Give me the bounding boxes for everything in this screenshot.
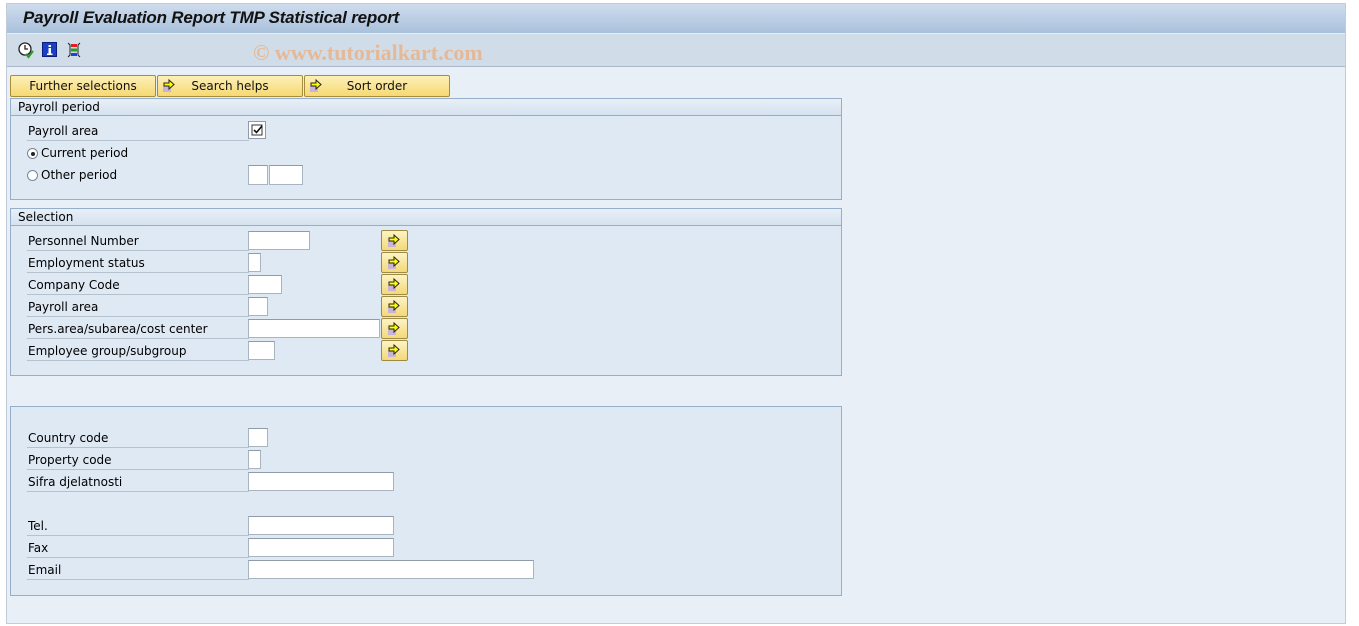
- current-period-label: Current period: [41, 146, 129, 160]
- sort-order-label: Sort order: [346, 79, 408, 93]
- email-input[interactable]: [248, 560, 534, 579]
- execute-clock-icon[interactable]: [17, 41, 35, 59]
- company-code-label: Company Code: [27, 275, 249, 295]
- other-period-field-1[interactable]: [248, 165, 268, 185]
- payroll-period-title: Payroll period: [11, 99, 841, 116]
- tel-label: Tel.: [27, 516, 249, 536]
- title-bar: Payroll Evaluation Report TMP Statistica…: [7, 4, 1345, 34]
- additional-data-group: Country code Property code Sifra djelatn…: [10, 406, 842, 596]
- other-period-radio[interactable]: Other period: [27, 166, 117, 184]
- page-title: Payroll Evaluation Report TMP Statistica…: [23, 8, 400, 27]
- employment-status-input[interactable]: [248, 253, 261, 272]
- search-helps-label: Search helps: [191, 79, 269, 93]
- other-period-field-2[interactable]: [269, 165, 303, 185]
- payroll-area-checkbox[interactable]: [248, 121, 266, 139]
- sort-order-button[interactable]: Sort order: [304, 75, 450, 97]
- pers-area-input[interactable]: [248, 319, 380, 338]
- sifra-djelatnosti-input[interactable]: [248, 472, 394, 491]
- personnel-number-multiple-selection-button[interactable]: [381, 230, 408, 251]
- company-code-input[interactable]: [248, 275, 282, 294]
- country-code-label: Country code: [27, 428, 249, 448]
- email-label: Email: [27, 560, 249, 580]
- info-icon[interactable]: [41, 41, 59, 59]
- payroll-area-multiple-selection-button[interactable]: [381, 296, 408, 317]
- further-selections-label: Further selections: [29, 79, 137, 93]
- search-helps-button[interactable]: Search helps: [157, 75, 303, 97]
- watermark-text: © www.tutorialkart.com: [253, 40, 483, 65]
- pers-area-label: Pers.area/subarea/cost center: [27, 319, 249, 339]
- selection-options-icon[interactable]: [65, 41, 83, 59]
- payroll-area-sel-label: Payroll area: [27, 297, 249, 317]
- employment-status-label: Employment status: [27, 253, 249, 273]
- selection-title: Selection: [11, 209, 841, 226]
- arrow-right-icon: [161, 78, 177, 94]
- selection-group: Selection Personnel Number Employment st…: [10, 208, 842, 376]
- payroll-period-group: Payroll period Payroll area Current peri…: [10, 98, 842, 200]
- radio-selected-icon[interactable]: [27, 148, 38, 159]
- current-period-radio[interactable]: Current period: [27, 144, 128, 162]
- employee-group-multiple-selection-button[interactable]: [381, 340, 408, 361]
- property-code-label: Property code: [27, 450, 249, 470]
- country-code-input[interactable]: [248, 428, 268, 447]
- radio-unselected-icon[interactable]: [27, 170, 38, 181]
- property-code-input[interactable]: [248, 450, 261, 469]
- employee-group-input[interactable]: [248, 341, 275, 360]
- payroll-area-label: Payroll area: [27, 121, 249, 141]
- arrow-right-icon: [308, 78, 324, 94]
- personnel-number-input[interactable]: [248, 231, 310, 250]
- application-toolbar: © www.tutorialkart.com: [7, 34, 1345, 67]
- company-code-multiple-selection-button[interactable]: [381, 274, 408, 295]
- sifra-djelatnosti-label: Sifra djelatnosti: [27, 472, 249, 492]
- payroll-area-sel-input[interactable]: [248, 297, 268, 316]
- tel-input[interactable]: [248, 516, 394, 535]
- further-selections-button[interactable]: Further selections: [10, 75, 156, 97]
- pers-area-multiple-selection-button[interactable]: [381, 318, 408, 339]
- other-period-label: Other period: [41, 168, 118, 182]
- fax-input[interactable]: [248, 538, 394, 557]
- employee-group-label: Employee group/subgroup: [27, 341, 249, 361]
- personnel-number-label: Personnel Number: [27, 231, 249, 251]
- fax-label: Fax: [27, 538, 249, 558]
- employment-status-multiple-selection-button[interactable]: [381, 252, 408, 273]
